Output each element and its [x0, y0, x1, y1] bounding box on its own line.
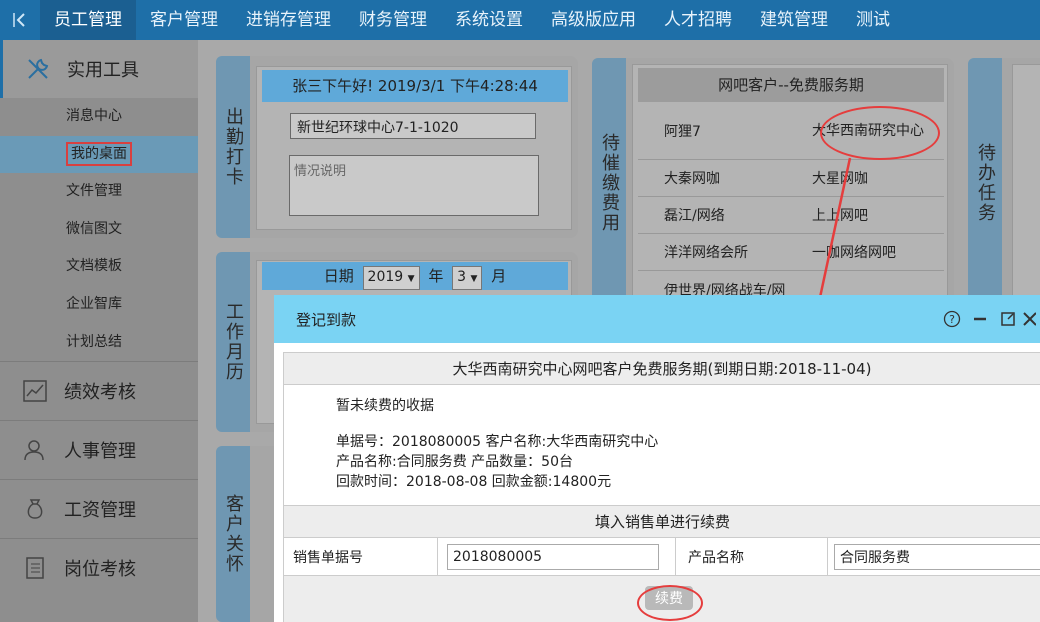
renew-heading: 填入销售单进行续费 [284, 505, 1040, 538]
order-no-input[interactable]: 2018080005 [447, 544, 659, 570]
nav-item-customers[interactable]: 客户管理 [136, 0, 232, 40]
svg-text:?: ? [949, 313, 955, 326]
sidebar-item-wechat[interactable]: 微信图文 [0, 211, 198, 249]
product-label: 产品名称 [676, 538, 828, 576]
chart-icon [20, 376, 50, 406]
dialog-tools: ? [938, 295, 1040, 343]
table-row[interactable]: 洋洋网络会所 一咖网络网吧 [638, 234, 944, 271]
highlight-ellipse-button [637, 585, 703, 621]
dialog-heading: 大华西南研究中心网吧客户免费服务期(到期日期:2018-11-04) [284, 353, 1040, 385]
chevron-down-icon: ▼ [470, 274, 478, 284]
table-row[interactable]: 磊江/网络 上上网吧 [638, 197, 944, 234]
sidebar-item-messages[interactable]: 消息中心 [0, 98, 198, 136]
receipt-line-3: 回款时间：2018-08-08 回款金额:14800元 [336, 474, 612, 490]
dialog-title: 登记到款 [296, 310, 357, 329]
sidebar-group-position[interactable]: 岗位考核 [0, 538, 198, 597]
minimize-icon[interactable] [966, 305, 994, 333]
money-bag-icon [20, 494, 50, 524]
help-icon[interactable]: ? [938, 305, 966, 333]
date-label: 日期 [323, 267, 354, 285]
person-icon [20, 435, 50, 465]
order-no-label: 销售单据号 [284, 538, 438, 576]
customer-table: 网吧客户--免费服务期 阿狸7 大华西南研究中心 大秦网咖 大星网咖 磊江/网络… [638, 68, 944, 308]
dialog-body: 大华西南研究中心网吧客户免费服务期(到期日期:2018-11-04) 暂未续费的… [283, 352, 1040, 622]
nav-item-recruit[interactable]: 人才招聘 [650, 0, 746, 40]
receipt-info: 暂未续费的收据 单据号：2018080005 客户名称:大华西南研究中心 产品名… [284, 385, 1040, 505]
calendar-header: 日期 2019 ▼ 年 3 ▼ 月 [262, 262, 568, 290]
customer-table-header: 网吧客户--免费服务期 [638, 68, 944, 102]
receipt-line-1: 单据号：2018080005 客户名称:大华西南研究中心 [336, 434, 659, 450]
nav-item-advanced[interactable]: 高级版应用 [537, 0, 650, 40]
tools-icon [23, 54, 53, 84]
product-cell: 合同服务费 [828, 538, 1040, 576]
maximize-icon[interactable] [994, 305, 1022, 333]
renew-form-row: 销售单据号 2018080005 产品名称 合同服务费 [284, 538, 1040, 576]
payment-dialog: 登记到款 ? 大华西南研究中心网吧客户免费服务期(到期日期:2018-11-04… [274, 295, 1040, 622]
month-select[interactable]: 3 ▼ [452, 266, 483, 290]
tab-pending-fee[interactable]: 待催缴费用 [592, 58, 626, 308]
nav-item-finance[interactable]: 财务管理 [345, 0, 441, 40]
sidebar-item-templates[interactable]: 文档模板 [0, 248, 198, 286]
tab-todo[interactable]: 待办任务 [968, 58, 1002, 308]
sidebar-group-hr[interactable]: 人事管理 [0, 420, 198, 479]
order-no-cell: 2018080005 [438, 538, 676, 576]
table-row[interactable]: 大秦网咖 大星网咖 [638, 160, 944, 197]
nav-item-test[interactable]: 测试 [842, 0, 904, 40]
year-select[interactable]: 2019 ▼ [362, 266, 420, 290]
sidebar-item-files[interactable]: 文件管理 [0, 173, 198, 211]
dialog-header: 登记到款 ? [274, 295, 1040, 343]
sidebar: 实用工具 消息中心 我的桌面 文件管理 微信图文 文档模板 企业智库 计划总结 … [0, 40, 198, 622]
nav-item-settings[interactable]: 系统设置 [441, 0, 537, 40]
nav-item-inventory[interactable]: 进销存管理 [232, 0, 345, 40]
sidebar-group-performance[interactable]: 绩效考核 [0, 361, 198, 420]
sidebar-item-plans[interactable]: 计划总结 [0, 324, 198, 362]
receipt-status: 暂未续费的收据 [336, 398, 434, 414]
document-icon [20, 553, 50, 583]
nav-item-construction[interactable]: 建筑管理 [746, 0, 842, 40]
note-textarea[interactable]: 情况说明 [289, 155, 539, 216]
receipt-line-2: 产品名称:合同服务费 产品数量：50台 [336, 454, 573, 470]
month-unit: 月 [491, 267, 507, 285]
location-input[interactable]: 新世纪环球中心7-1-1020 [290, 113, 536, 139]
sidebar-group-label: 实用工具 [67, 60, 139, 81]
year-unit: 年 [428, 267, 444, 285]
top-nav: 员工管理 客户管理 进销存管理 财务管理 系统设置 高级版应用 人才招聘 建筑管… [0, 0, 1040, 40]
chevron-down-icon: ▼ [407, 274, 415, 284]
todo-card [1012, 64, 1040, 308]
tab-calendar[interactable]: 工作月历 [216, 252, 250, 432]
sidebar-item-my-desktop[interactable]: 我的桌面 [0, 135, 198, 174]
sidebar-group-salary[interactable]: 工资管理 [0, 479, 198, 538]
sidebar-item-knowledge[interactable]: 企业智库 [0, 286, 198, 324]
nav-item-staff[interactable]: 员工管理 [40, 0, 136, 40]
tab-attendance[interactable]: 出勤打卡 [216, 56, 250, 238]
chevron-left-icon[interactable] [0, 0, 40, 40]
close-icon[interactable] [1022, 305, 1040, 333]
sidebar-group-tools[interactable]: 实用工具 [0, 40, 198, 98]
tab-customer-care[interactable]: 客户关怀 [216, 446, 250, 622]
greeting-bar: 张三下午好! 2019/3/1 下午4:28:44 [262, 70, 568, 102]
product-input[interactable]: 合同服务费 [834, 544, 1040, 570]
